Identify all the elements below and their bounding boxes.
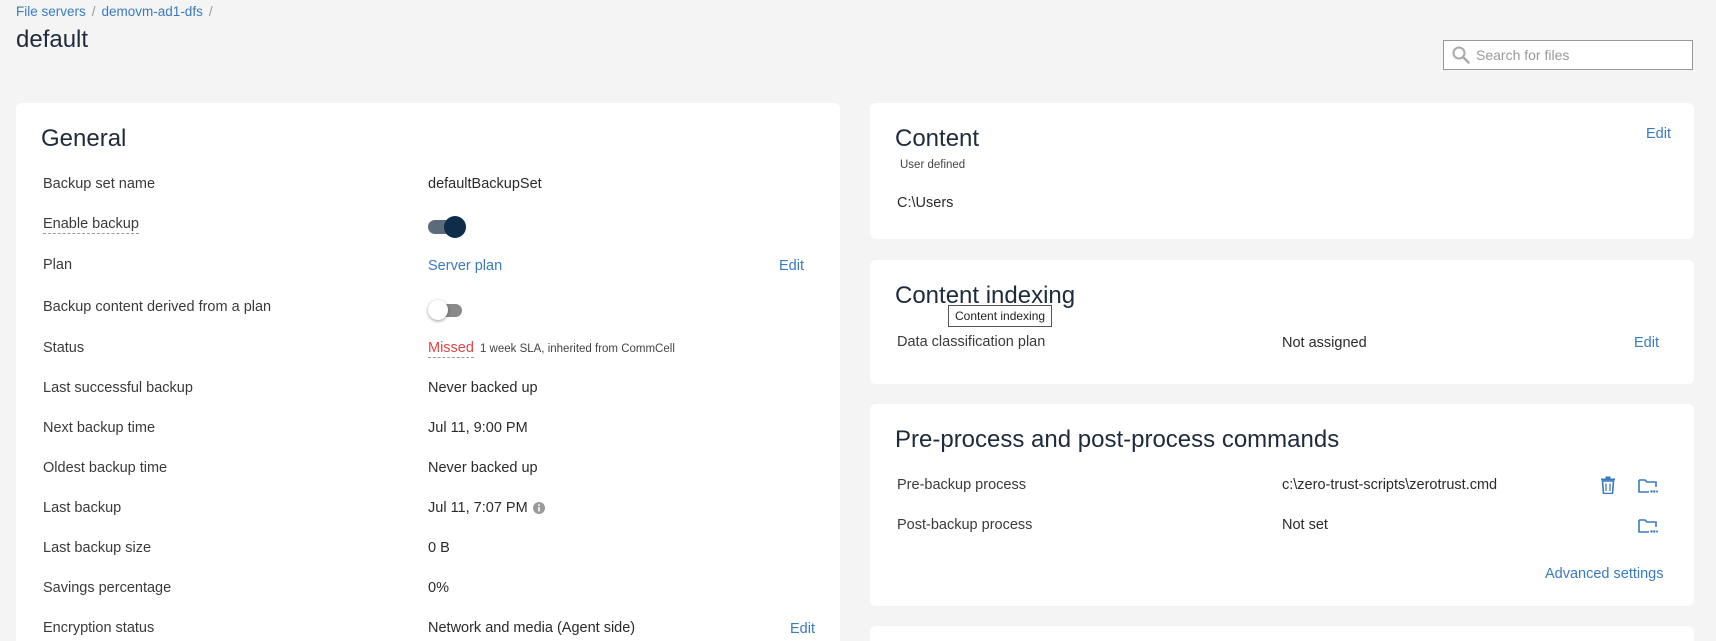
toggle-knob <box>428 300 448 320</box>
backup-set-name-value: defaultBackupSet <box>428 176 542 192</box>
content-title: Content <box>895 125 980 152</box>
content-indexing-tooltip: Content indexing <box>948 305 1053 327</box>
trash-icon[interactable] <box>1600 476 1616 494</box>
breadcrumb-server[interactable]: demovm-ad1-dfs <box>102 4 203 19</box>
status-missed-badge[interactable]: Missed <box>428 340 474 358</box>
data-classification-edit-link[interactable]: Edit <box>1634 335 1659 351</box>
data-classification-value: Not assigned <box>1282 335 1367 351</box>
savings-label: Savings percentage <box>43 580 172 596</box>
next-card-partial <box>870 626 1694 641</box>
content-path: C:\Users <box>897 195 954 211</box>
last-backup-value: Jul 11, 7:07 PM <box>428 500 528 516</box>
post-backup-label: Post-backup process <box>897 517 1033 533</box>
plan-link[interactable]: Server plan <box>428 258 502 274</box>
info-icon[interactable] <box>532 501 546 515</box>
breadcrumb: File servers / demovm-ad1-dfs / <box>16 4 213 19</box>
breadcrumb-separator: / <box>91 4 96 19</box>
plan-label: Plan <box>43 257 73 273</box>
status-label: Status <box>43 340 85 356</box>
last-backup-size-value: 0 B <box>428 540 450 556</box>
commands-card: Pre-process and post-process commands Pr… <box>870 404 1694 606</box>
general-card: General Backup set name defaultBackupSet… <box>16 103 840 641</box>
search-box[interactable] <box>1443 40 1693 70</box>
encryption-label: Encryption status <box>43 620 155 636</box>
page-title: default <box>16 26 89 53</box>
search-input[interactable] <box>1476 47 1676 63</box>
advanced-settings-link[interactable]: Advanced settings <box>1545 566 1664 582</box>
last-backup-label: Last backup <box>43 500 122 516</box>
last-backup-size-label: Last backup size <box>43 540 152 556</box>
breadcrumb-file-servers[interactable]: File servers <box>16 4 86 19</box>
content-subtitle: User defined <box>900 159 966 171</box>
enable-backup-label: Enable backup <box>43 216 139 234</box>
enable-backup-toggle[interactable] <box>428 215 466 238</box>
post-backup-value: Not set <box>1282 517 1328 533</box>
savings-value: 0% <box>428 580 449 596</box>
status-value: Missed 1 week SLA, inherited from CommCel… <box>428 340 675 358</box>
general-title: General <box>41 125 127 152</box>
pre-backup-value: c:\zero-trust-scripts\zerotrust.cmd <box>1282 477 1498 493</box>
plan-edit-link[interactable]: Edit <box>779 258 804 274</box>
commands-title: Pre-process and post-process commands <box>895 426 1340 453</box>
encryption-value: Network and media (Agent side) <box>428 620 636 636</box>
folder-browse-icon[interactable] <box>1638 518 1658 534</box>
pre-backup-label: Pre-backup process <box>897 477 1026 493</box>
search-icon <box>1452 46 1470 64</box>
data-classification-label: Data classification plan <box>897 334 1046 350</box>
oldest-backup-value: Never backed up <box>428 460 538 476</box>
toggle-knob <box>444 216 466 238</box>
folder-browse-icon[interactable] <box>1638 478 1658 494</box>
next-backup-label: Next backup time <box>43 420 156 436</box>
last-successful-value: Never backed up <box>428 380 538 396</box>
breadcrumb-separator: / <box>208 4 213 19</box>
oldest-backup-label: Oldest backup time <box>43 460 168 476</box>
encryption-edit-link[interactable]: Edit <box>790 621 815 637</box>
last-successful-label: Last successful backup <box>43 380 193 396</box>
backup-set-name-label: Backup set name <box>43 176 156 192</box>
content-edit-link[interactable]: Edit <box>1646 126 1671 142</box>
status-sla-note: 1 week SLA, inherited from CommCell <box>479 343 675 355</box>
derived-toggle[interactable] <box>428 299 464 321</box>
next-backup-value: Jul 11, 9:00 PM <box>428 420 528 436</box>
derived-label: Backup content derived from a plan <box>43 299 272 315</box>
content-card: Content Edit User defined C:\Users <box>870 103 1694 239</box>
